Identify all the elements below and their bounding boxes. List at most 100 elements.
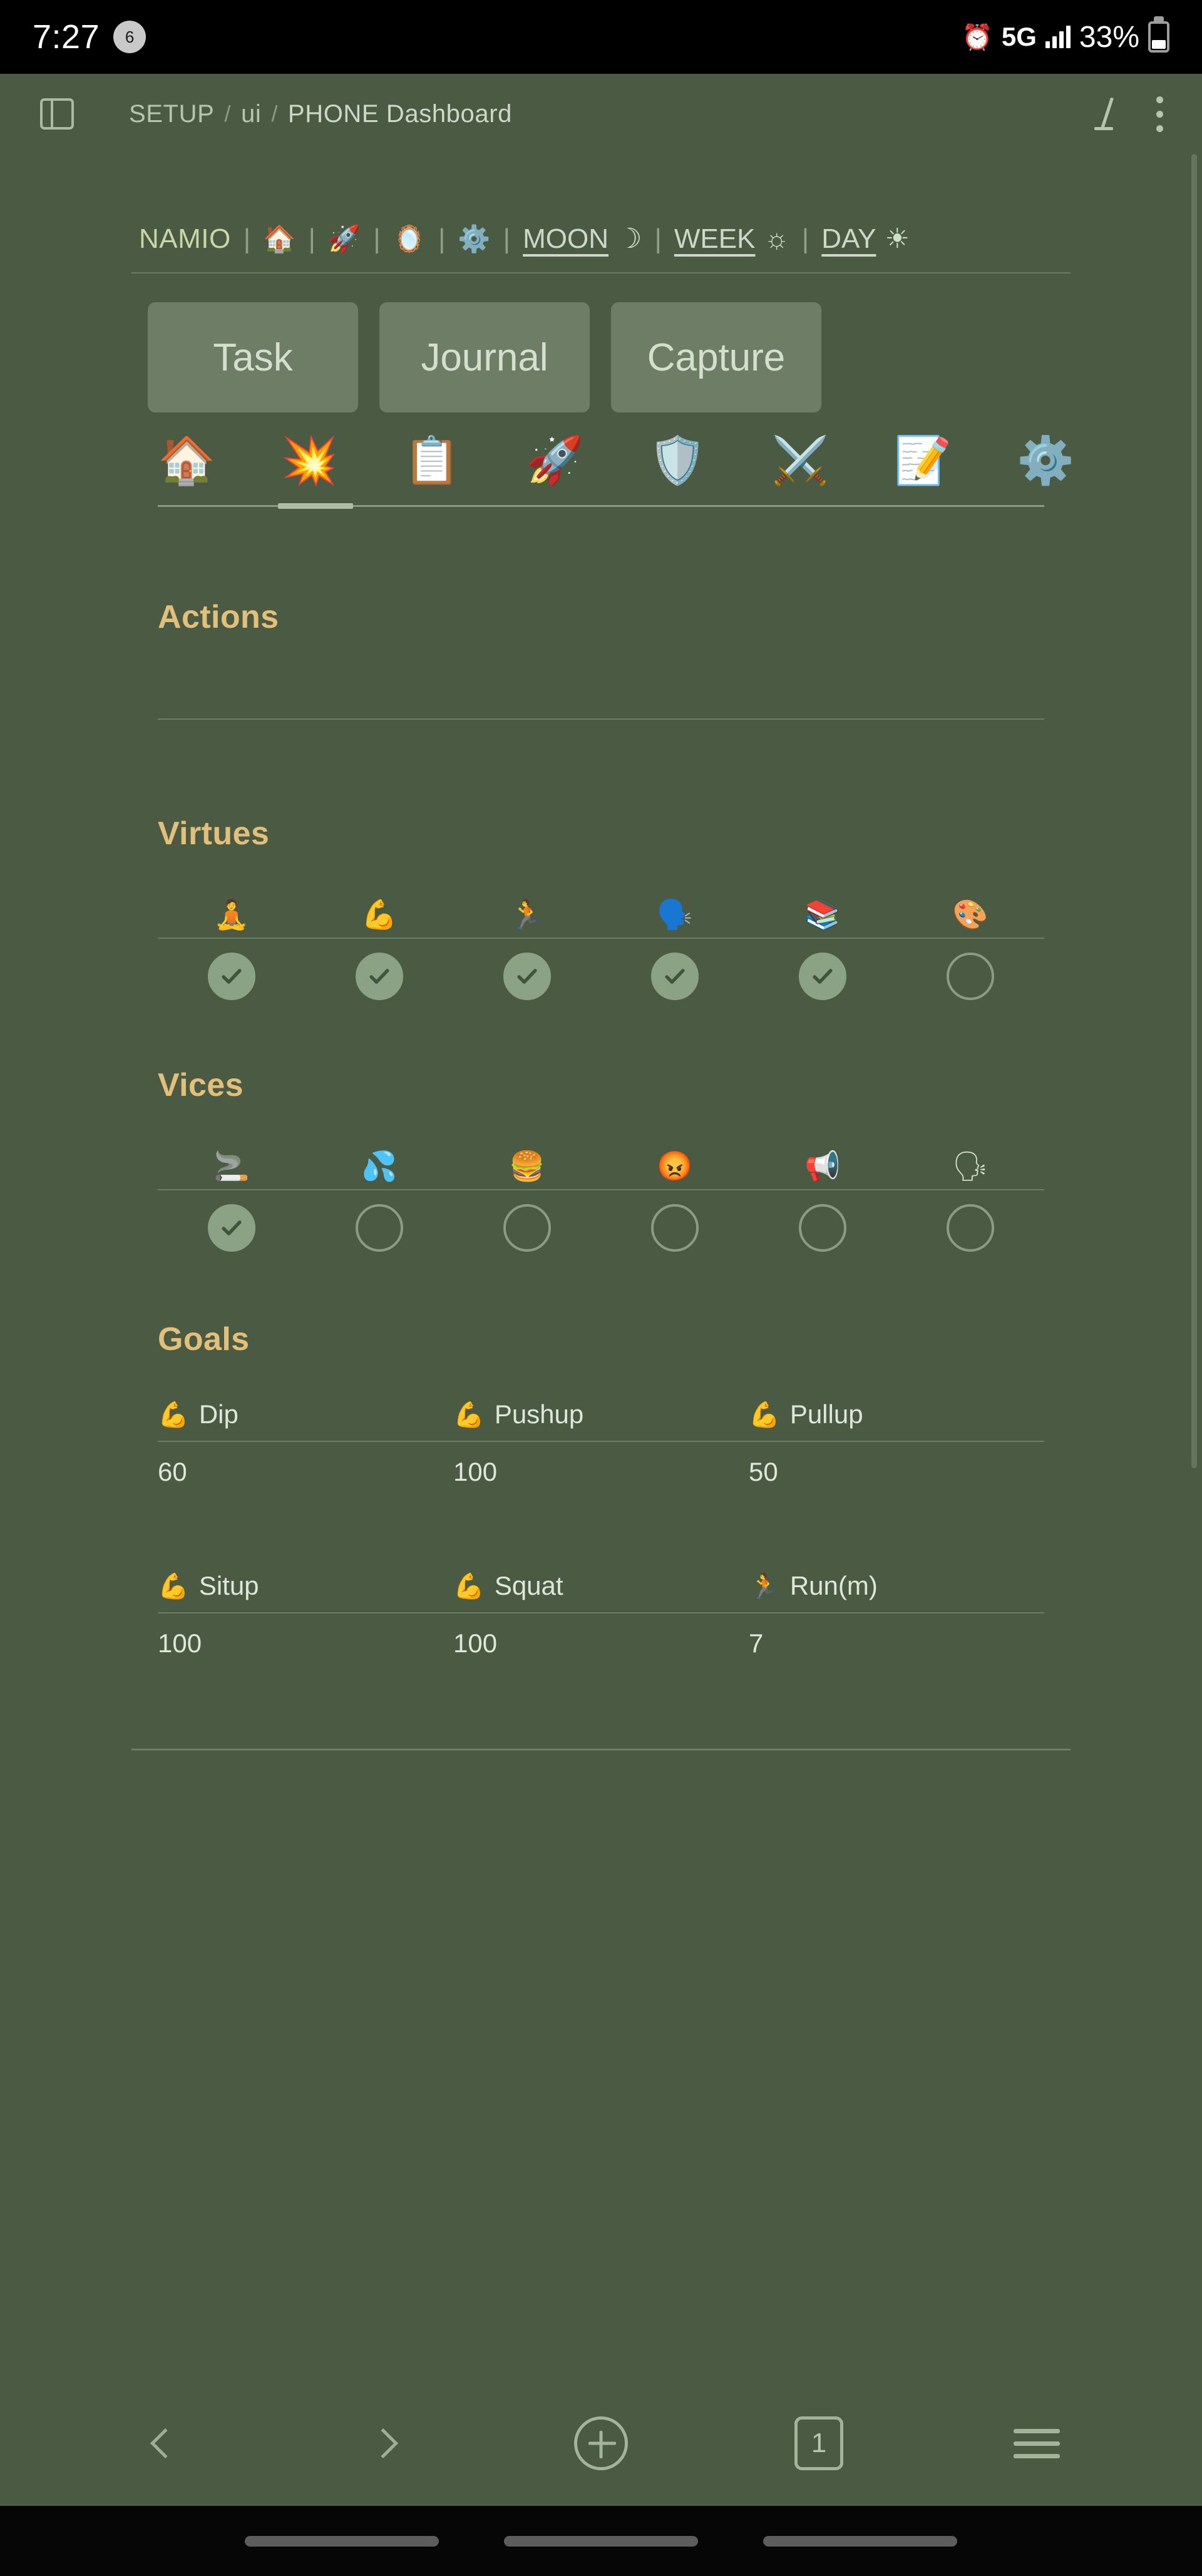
brand-label[interactable]: NAMIO <box>139 223 231 255</box>
vertical-scrollbar[interactable] <box>1191 154 1197 1468</box>
mirror-icon[interactable]: 🪞 <box>393 225 426 252</box>
running-icon: 🏃 <box>749 1572 780 1600</box>
period-day-label[interactable]: DAY <box>821 223 876 255</box>
actions-title: Actions <box>158 599 279 635</box>
vice-gossip-checkbox[interactable] <box>896 1190 1044 1265</box>
status-time: 7:27 <box>33 18 100 56</box>
nav-separator: | <box>503 223 511 254</box>
breadcrumb-item-current[interactable]: PHONE Dashboard <box>288 100 512 128</box>
vice-shouting-icon[interactable]: 📢 <box>749 1143 896 1189</box>
goal-pushup-header[interactable]: 💪 Pushup <box>453 1388 749 1441</box>
goal-dip-value[interactable]: 60 <box>158 1442 453 1502</box>
check-circle <box>208 953 255 1000</box>
house-icon[interactable]: 🏠 <box>263 225 295 252</box>
goal-run-header[interactable]: 🏃 Run(m) <box>749 1560 1044 1612</box>
muscle-icon: 💪 <box>453 1401 485 1429</box>
virtue-art-checkbox[interactable] <box>896 939 1044 1014</box>
virtue-speaking-icon[interactable]: 🗣️ <box>601 891 749 938</box>
virtue-art-icon[interactable]: 🎨 <box>896 891 1044 938</box>
goal-run-value[interactable]: 7 <box>749 1613 1044 1674</box>
journal-button[interactable]: Journal <box>379 302 590 412</box>
tab-swords[interactable]: ⚔️ <box>771 437 894 484</box>
new-tab-button[interactable] <box>557 2400 645 2487</box>
alarm-clock-icon: ⏰ <box>962 23 993 51</box>
vice-lust-icon[interactable]: 💦 <box>306 1143 453 1189</box>
virtue-speaking-checkbox[interactable] <box>601 939 749 1014</box>
pencil-icon[interactable] <box>1089 96 1126 132</box>
notification-count-badge: 6 <box>113 21 146 53</box>
virtues-check-row <box>158 939 1044 1014</box>
virtue-reading-icon[interactable]: 📚 <box>749 891 896 938</box>
goal-pullup-value[interactable]: 50 <box>749 1442 1044 1502</box>
gesture-pill[interactable] <box>763 2535 957 2547</box>
mode-nav: NAMIO | 🏠 | 🚀 | 🪞 | ⚙️ | MOON ☽ | WEEK ☼… <box>0 154 1202 255</box>
tab-memo[interactable]: 📝 <box>894 437 1017 484</box>
kebab-menu-icon[interactable] <box>1154 96 1164 132</box>
gear-icon[interactable]: ⚙️ <box>458 225 490 252</box>
virtue-running-checkbox[interactable] <box>453 939 601 1014</box>
goal-squat-header[interactable]: 💪 Squat <box>453 1560 749 1612</box>
forward-button[interactable] <box>339 2400 427 2487</box>
period-week-label[interactable]: WEEK <box>674 223 756 255</box>
menu-button[interactable] <box>993 2400 1081 2487</box>
rocket-icon[interactable]: 🚀 <box>328 225 361 252</box>
back-button[interactable] <box>121 2400 209 2487</box>
vices-title: Vices <box>158 1067 244 1103</box>
virtue-meditation-checkbox[interactable] <box>158 939 306 1014</box>
virtue-meditation-icon[interactable]: 🧘 <box>158 891 306 938</box>
virtue-strength-checkbox[interactable] <box>306 939 453 1014</box>
vice-gossip-icon[interactable]: 🗣 <box>896 1143 1044 1189</box>
goal-pullup-header[interactable]: 💪 Pullup <box>749 1388 1044 1441</box>
vices-icon-row: 🚬 💦 🍔 😡 📢 🗣 <box>158 1143 1044 1189</box>
sidebar-toggle-button[interactable] <box>30 87 84 141</box>
check-circle <box>947 1204 994 1252</box>
goals-bottom-divider <box>131 1749 1071 1751</box>
goal-situp-value[interactable]: 100 <box>158 1613 453 1674</box>
tab-switcher-button[interactable]: 1 <box>775 2400 863 2487</box>
android-gesture-bar <box>0 2506 1202 2576</box>
muscle-icon: 💪 <box>749 1401 780 1429</box>
check-circle <box>356 1204 403 1252</box>
chevron-left-icon <box>150 2428 181 2459</box>
vice-anger-checkbox[interactable] <box>601 1190 749 1265</box>
crescent-moon-icon: ☽ <box>617 223 642 254</box>
vice-smoking-checkbox[interactable] <box>158 1190 306 1265</box>
capture-button[interactable]: Capture <box>611 302 821 412</box>
vice-shouting-checkbox[interactable] <box>749 1190 896 1265</box>
task-button[interactable]: Task <box>148 302 358 412</box>
nav-divider <box>131 272 1071 273</box>
gesture-pill[interactable] <box>504 2535 698 2547</box>
goal-dip-header[interactable]: 💪 Dip <box>158 1388 453 1441</box>
status-bar-right: ⏰ 5G 33% <box>962 20 1169 54</box>
tab-gear[interactable]: ⚙️ <box>1017 437 1139 484</box>
gesture-pill[interactable] <box>245 2535 439 2547</box>
period-moon-label[interactable]: MOON <box>523 223 609 255</box>
goals-row-2-values: 100 100 7 <box>158 1613 1044 1674</box>
vice-smoking-icon[interactable]: 🚬 <box>158 1143 306 1189</box>
vice-lust-checkbox[interactable] <box>306 1190 453 1265</box>
vice-junk-food-icon[interactable]: 🍔 <box>453 1143 601 1189</box>
breadcrumb-item-ui[interactable]: ui <box>241 100 261 128</box>
breadcrumb-item-setup[interactable]: SETUP <box>129 100 214 128</box>
goal-situp-header[interactable]: 💪 Situp <box>158 1560 453 1612</box>
hamburger-menu-icon <box>1014 2428 1060 2458</box>
tab-clipboard[interactable]: 📋 <box>403 437 526 484</box>
vices-rule <box>158 1189 1044 1190</box>
virtue-reading-checkbox[interactable] <box>749 939 896 1014</box>
tab-rocket[interactable]: 🚀 <box>526 437 649 484</box>
goal-squat-value[interactable]: 100 <box>453 1613 749 1674</box>
vice-anger-icon[interactable]: 😡 <box>601 1143 749 1189</box>
signal-bars-icon <box>1045 26 1071 48</box>
tab-home[interactable]: 🏠 <box>158 437 280 484</box>
goal-pushup-value[interactable]: 100 <box>453 1442 749 1502</box>
tab-shield[interactable]: 🛡️ <box>649 437 771 484</box>
goal-squat-label: Squat <box>494 1571 563 1600</box>
vice-junk-food-checkbox[interactable] <box>453 1190 601 1265</box>
tab-underline <box>158 503 1044 509</box>
goal-pullup-label: Pullup <box>789 1399 863 1429</box>
virtue-strength-icon[interactable]: 💪 <box>306 891 453 938</box>
check-circle <box>208 1204 255 1252</box>
virtue-running-icon[interactable]: 🏃 <box>453 891 601 938</box>
tab-collision[interactable]: 💥 <box>280 437 403 484</box>
nav-separator: | <box>243 223 251 254</box>
